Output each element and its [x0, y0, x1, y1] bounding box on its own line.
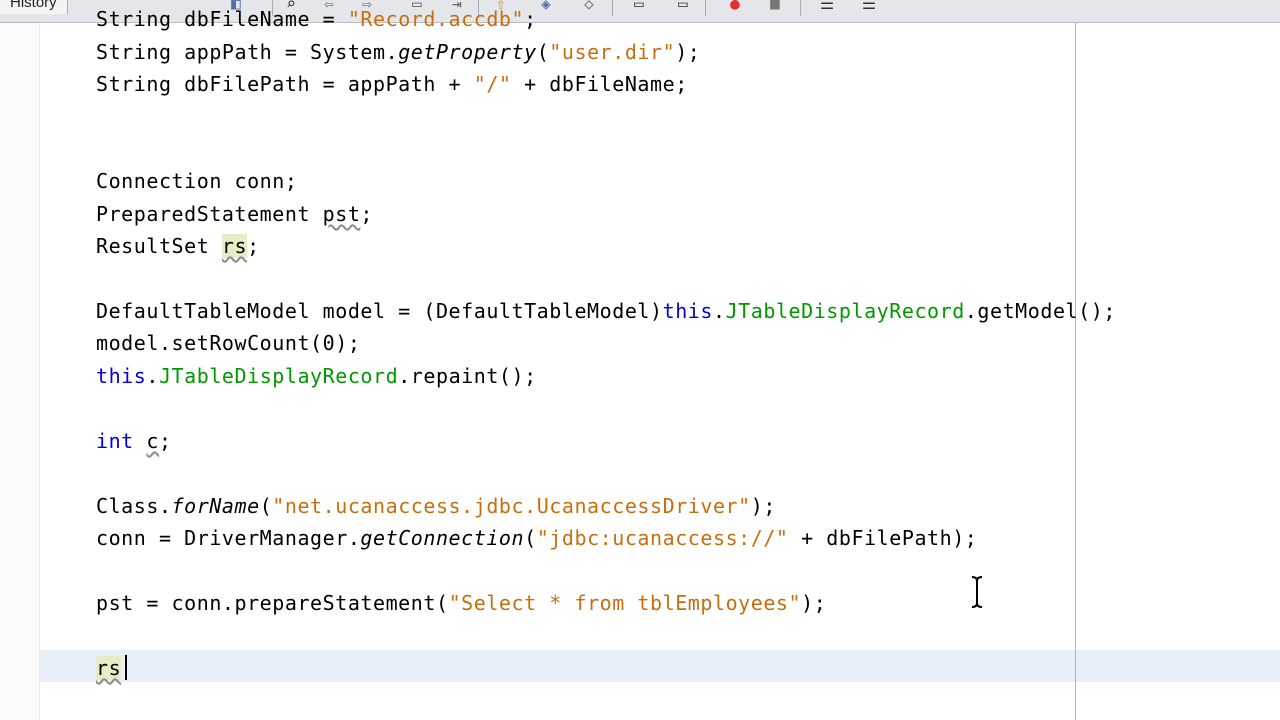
code-text: Class.: [96, 494, 172, 518]
code-text: (: [524, 526, 537, 550]
code-line[interactable]: Class.forName("net.ucanaccess.jdbc.Ucana…: [96, 493, 776, 519]
unused-variable-warning: pst: [322, 202, 361, 226]
code-text: ;: [247, 234, 260, 258]
code-text: ;: [360, 202, 374, 226]
code-text: String appPath = System.: [96, 40, 399, 64]
stop-macro-icon[interactable]: ■: [764, 0, 786, 14]
text-caret: [125, 655, 127, 680]
code-line[interactable]: this.JTableDisplayRecord.repaint();: [96, 363, 537, 389]
highlighted-variable: rs: [96, 656, 122, 680]
code-text: String dbFileName =: [96, 7, 348, 31]
code-text: .: [712, 299, 726, 323]
history-tab[interactable]: History: [0, 0, 68, 14]
string-literal: "Record.accdb": [347, 7, 525, 31]
shift-right-icon[interactable]: ◈: [535, 0, 557, 14]
code-line[interactable]: ResultSet rs;: [96, 233, 260, 259]
code-text: ;: [524, 7, 537, 31]
keyword: this: [96, 364, 147, 388]
keyword: int: [96, 429, 134, 453]
highlighted-variable: rs: [221, 234, 248, 258]
current-line-highlight: [40, 650, 1280, 682]
string-literal: "net.ucanaccess.jdbc.UcanaccessDriver": [272, 494, 751, 518]
toolbar-separator: [800, 0, 801, 16]
code-line-current[interactable]: rs: [96, 655, 122, 681]
code-line[interactable]: conn = DriverManager.getConnection("jdbc…: [96, 525, 977, 551]
field-reference: JTableDisplayRecord: [725, 299, 965, 323]
code-text: );: [801, 591, 827, 615]
string-literal: "Select * from tblEmployees": [448, 591, 802, 615]
code-text: PreparedStatement: [96, 202, 323, 226]
code-text: model.setRowCount(0);: [96, 331, 361, 355]
string-literal: "jdbc:ucanaccess://": [536, 526, 789, 550]
format-icon[interactable]: ◇: [578, 0, 600, 14]
record-macro-icon[interactable]: ●: [724, 0, 746, 14]
code-line[interactable]: int c;: [96, 428, 172, 454]
align-justify-icon[interactable]: ☰: [858, 0, 880, 14]
code-line[interactable]: DefaultTableModel model = (DefaultTableM…: [96, 298, 1116, 324]
editor-gutter[interactable]: [0, 23, 40, 720]
uncomment-icon[interactable]: ▭: [672, 0, 694, 14]
string-literal: "user.dir": [549, 40, 676, 64]
code-text: (: [536, 40, 550, 64]
static-method: getConnection: [360, 526, 525, 550]
right-margin-guide: [1075, 23, 1076, 720]
code-text: );: [675, 40, 701, 64]
comment-icon[interactable]: ▭: [628, 0, 650, 14]
unused-variable-warning: c: [146, 429, 159, 453]
code-line[interactable]: pst = conn.prepareStatement("Select * fr…: [96, 590, 826, 616]
code-text: ;: [158, 429, 172, 453]
code-line[interactable]: Connection conn;: [96, 168, 297, 194]
code-line[interactable]: PreparedStatement pst;: [96, 201, 373, 227]
code-line[interactable]: model.setRowCount(0);: [96, 330, 360, 356]
code-text: (: [259, 494, 273, 518]
code-line[interactable]: String dbFileName = "Record.accdb";: [96, 6, 537, 32]
code-text: + dbFileName;: [511, 72, 688, 96]
code-text: );: [750, 494, 776, 518]
code-line[interactable]: String appPath = System.getProperty("use…: [96, 39, 700, 65]
code-text: conn = DriverManager.: [96, 526, 361, 550]
code-text: ResultSet: [96, 234, 222, 258]
code-text: .getModel();: [964, 299, 1116, 323]
keyword: this: [662, 299, 713, 323]
field-reference: JTableDisplayRecord: [158, 364, 399, 388]
code-text: Connection conn;: [96, 169, 298, 193]
code-text: .repaint();: [398, 364, 537, 388]
code-text: .: [146, 364, 159, 388]
static-method: getProperty: [398, 40, 537, 64]
align-left-icon[interactable]: ☰: [816, 0, 838, 14]
code-text: pst = conn.prepareStatement(: [96, 591, 449, 615]
code-text: + dbFilePath);: [788, 526, 978, 550]
toolbar-separator: [705, 0, 706, 16]
string-literal: "/": [473, 72, 512, 96]
static-method: forName: [171, 494, 260, 518]
code-text: DefaultTableModel model = (DefaultTableM…: [96, 299, 663, 323]
code-text: String dbFilePath = appPath +: [96, 72, 474, 96]
code-line[interactable]: String dbFilePath = appPath + "/" + dbFi…: [96, 71, 688, 97]
i-beam-cursor-icon: [971, 576, 983, 608]
toolbar-separator: [612, 0, 613, 16]
